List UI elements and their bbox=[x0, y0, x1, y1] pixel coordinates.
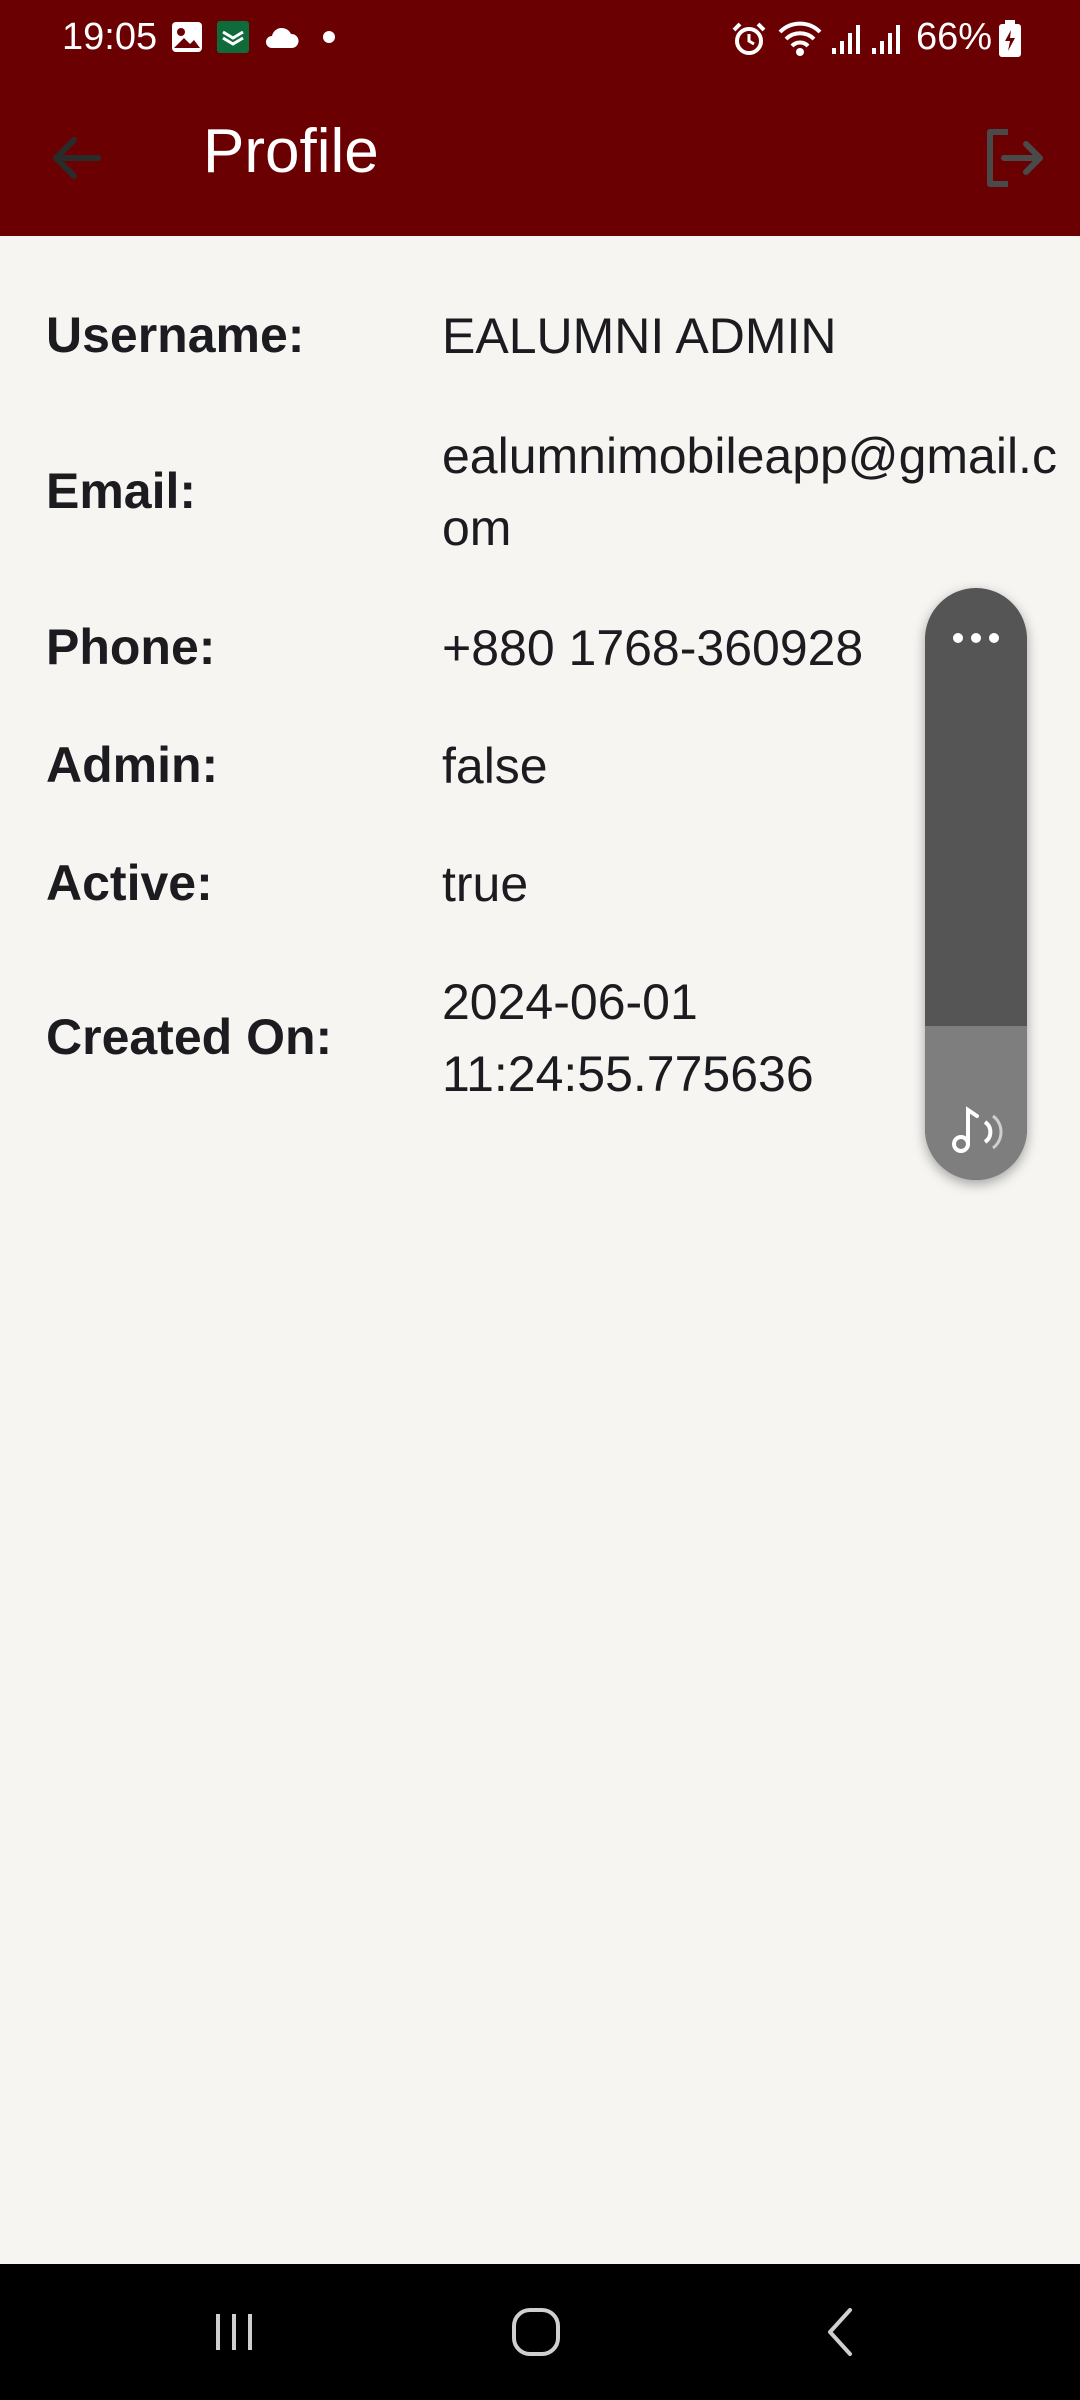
username-label: Username: bbox=[46, 307, 305, 363]
phone-row: Phone: +880 1768-360928 bbox=[46, 612, 1036, 692]
phone-label: Phone: bbox=[46, 619, 216, 675]
signal-icon bbox=[872, 25, 900, 54]
email-label: Email: bbox=[46, 463, 197, 519]
system-nav-bar bbox=[0, 2264, 1080, 2400]
email-value: ealumnimobileapp@gmail.com bbox=[442, 428, 1057, 556]
admin-label: Admin: bbox=[46, 737, 219, 793]
active-row: Active: true bbox=[46, 848, 1036, 928]
username-value: EALUMNI ADMIN bbox=[442, 308, 837, 364]
back-nav-icon[interactable] bbox=[806, 2298, 874, 2366]
created-on-value: 2024-06-01 11:24:55.775636 bbox=[442, 974, 814, 1102]
recent-apps-icon[interactable] bbox=[200, 2298, 268, 2366]
wifi-icon bbox=[778, 21, 822, 56]
active-label: Active: bbox=[46, 855, 213, 911]
cloud-icon bbox=[266, 27, 299, 48]
gallery-icon bbox=[172, 22, 202, 52]
page-title: Profile bbox=[203, 117, 379, 186]
status-bar: 19:05 66% bbox=[0, 0, 1080, 78]
username-row: Username: EALUMNI ADMIN bbox=[46, 300, 1036, 380]
music-note-icon[interactable] bbox=[947, 1100, 1007, 1160]
more-horizontal-icon[interactable] bbox=[946, 618, 1006, 658]
battery-percent: 66% bbox=[915, 16, 992, 58]
profile-screen: 19:05 66% Profile Username: EALUMNI ADMI… bbox=[0, 0, 1080, 2400]
home-icon[interactable] bbox=[502, 2298, 570, 2366]
signal-icon bbox=[832, 25, 860, 54]
volume-panel[interactable] bbox=[925, 588, 1027, 1180]
status-time: 19:05 bbox=[62, 16, 158, 58]
logout-icon[interactable] bbox=[978, 122, 1050, 194]
email-row: Email: ealumnimobileapp@gmail.com bbox=[46, 420, 1057, 570]
admin-row: Admin: false bbox=[46, 730, 1036, 810]
created-on-label: Created On: bbox=[46, 1009, 333, 1065]
battery-icon bbox=[999, 20, 1021, 57]
arrow-left-icon[interactable] bbox=[40, 122, 112, 194]
app-bar: Profile bbox=[0, 78, 1080, 236]
alarm-icon bbox=[732, 22, 766, 55]
created-on-row: Created On: 2024-06-01 11:24:55.775636 bbox=[46, 966, 1036, 1116]
dot-icon bbox=[323, 31, 335, 43]
app-icon bbox=[217, 21, 249, 53]
